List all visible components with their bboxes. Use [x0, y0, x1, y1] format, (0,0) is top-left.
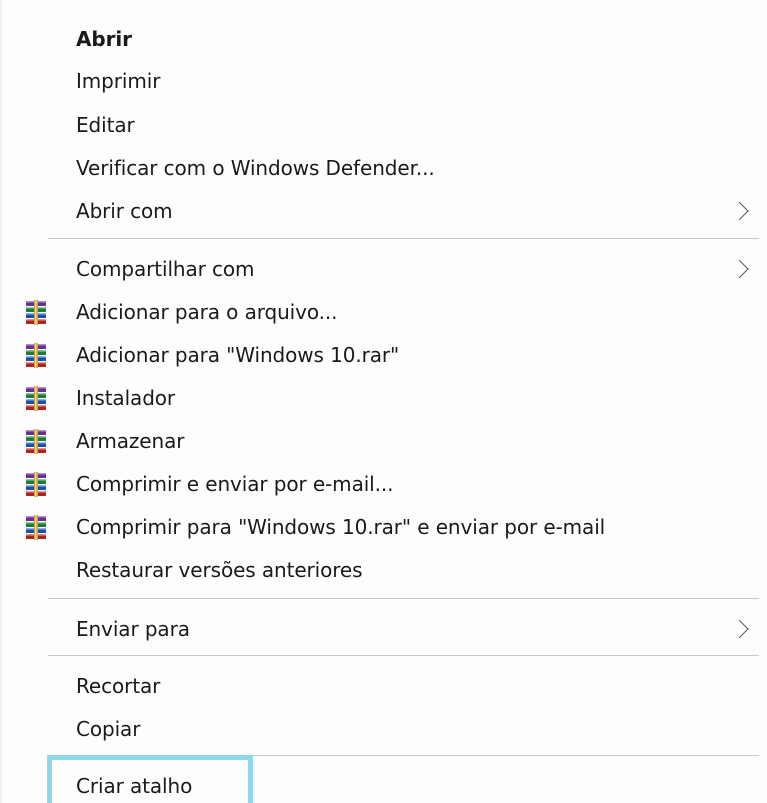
menu-item-label: Verificar com o Windows Defender... [76, 155, 435, 180]
winrar-icon [26, 471, 46, 497]
menu-item-abrir-com[interactable]: Abrir com [0, 189, 767, 232]
menu-item-adicionar-rar[interactable]: Adicionar para "Windows 10.rar" [0, 333, 767, 376]
menu-item-label: Restaurar versões anteriores [76, 557, 363, 582]
menu-item-comprimir-rar-enviar[interactable]: Comprimir para "Windows 10.rar" e enviar… [0, 505, 767, 548]
winrar-icon [26, 514, 46, 540]
menu-item-verificar-defender[interactable]: Verificar com o Windows Defender... [0, 146, 767, 189]
menu-item-label: Enviar para [76, 616, 190, 641]
menu-item-instalador[interactable]: Instalador [0, 376, 767, 419]
winrar-icon [26, 342, 46, 368]
menu-item-label: Comprimir e enviar por e-mail... [76, 471, 394, 496]
menu-item-label: Instalador [76, 385, 176, 410]
menu-item-label: Abrir [76, 26, 132, 51]
menu-item-label: Copiar [76, 716, 141, 741]
menu-item-label: Imprimir [76, 68, 161, 93]
winrar-icon [26, 385, 46, 411]
chevron-right-icon [730, 259, 749, 278]
menu-item-armazenar[interactable]: Armazenar [0, 419, 767, 462]
menu-separator [48, 655, 759, 656]
menu-item-label: Abrir com [76, 198, 173, 223]
menu-item-restaurar-versoes[interactable]: Restaurar versões anteriores [0, 548, 767, 591]
menu-item-label: Adicionar para o arquivo... [76, 299, 338, 324]
chevron-right-icon [730, 619, 749, 638]
winrar-icon [26, 428, 46, 454]
menu-item-label: Compartilhar com [76, 256, 255, 281]
winrar-icon [26, 299, 46, 325]
menu-item-label: Adicionar para "Windows 10.rar" [76, 342, 400, 367]
menu-item-recortar[interactable]: Recortar [0, 664, 767, 707]
menu-item-label: Comprimir para "Windows 10.rar" e enviar… [76, 514, 606, 539]
menu-item-abrir[interactable]: Abrir [0, 17, 767, 60]
menu-item-copiar[interactable]: Copiar [0, 707, 767, 750]
menu-item-label: Editar [76, 112, 135, 137]
menu-item-label: Armazenar [76, 428, 185, 453]
menu-item-imprimir[interactable]: Imprimir [0, 59, 767, 102]
menu-item-adicionar-arquivo[interactable]: Adicionar para o arquivo... [0, 290, 767, 333]
chevron-right-icon [730, 201, 749, 220]
menu-item-editar[interactable]: Editar [0, 103, 767, 146]
menu-item-comprimir-enviar[interactable]: Comprimir e enviar por e-mail... [0, 462, 767, 505]
menu-item-compartilhar-com[interactable]: Compartilhar com [0, 247, 767, 290]
menu-item-label: Recortar [76, 673, 161, 698]
menu-separator [48, 238, 759, 239]
selection-highlight [47, 755, 253, 803]
context-menu: Abrir Imprimir Editar Verificar com o Wi… [0, 0, 767, 803]
menu-separator [48, 598, 759, 599]
menu-item-enviar-para[interactable]: Enviar para [0, 607, 767, 650]
